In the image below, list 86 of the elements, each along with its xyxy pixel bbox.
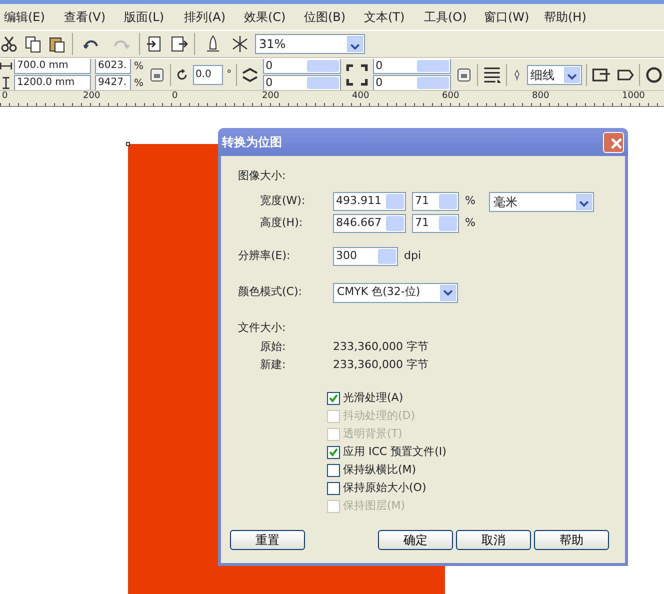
- field-label: 原始:: [259, 338, 287, 355]
- field-label: 分辨率(E):: [238, 248, 292, 264]
- checkbox-label[interactable]: 光滑处理(A): [343, 390, 404, 406]
- unit-label: dpi: [404, 248, 422, 264]
- width-field[interactable]: 493.911: [333, 192, 406, 211]
- export-icon[interactable]: [170, 35, 188, 53]
- dialog-button[interactable]: 取消: [456, 530, 531, 550]
- menu-item[interactable]: 编辑(E): [4, 8, 64, 26]
- scale-field[interactable]: 6023.: [95, 59, 131, 74]
- text-wrap-icon[interactable]: [482, 64, 502, 84]
- height-field[interactable]: 1200.0 mm: [14, 75, 91, 90]
- ruler-label: 1000: [622, 91, 645, 101]
- scissors-icon[interactable]: [0, 35, 18, 53]
- ruler-label: 400: [352, 91, 370, 101]
- close-icon: [610, 136, 623, 150]
- menu-item[interactable]: 窗口(W): [484, 8, 544, 26]
- section-label: 图像大小:: [238, 168, 287, 184]
- ruler-label: 0: [172, 91, 178, 101]
- units-dropdown[interactable]: 毫米: [489, 192, 594, 212]
- paste-icon[interactable]: [48, 35, 66, 53]
- ruler-label: 200: [262, 91, 280, 101]
- percent-sign: %: [134, 60, 144, 74]
- checkbox-label[interactable]: 应用 ICC 预置文件(I): [343, 444, 446, 460]
- height-field[interactable]: 846.667: [333, 214, 406, 233]
- dialog-button[interactable]: 确定: [378, 530, 453, 550]
- percent-sign: %: [465, 215, 476, 232]
- dialog-button[interactable]: 帮助: [534, 530, 609, 550]
- ruler-label: 200: [83, 91, 100, 101]
- width-field[interactable]: 700.0 mm: [14, 59, 91, 74]
- menu-item[interactable]: 工具(O): [424, 8, 484, 26]
- corner-field[interactable]: 0: [372, 75, 451, 90]
- dialog-button[interactable]: 重置: [230, 530, 305, 550]
- menu-item[interactable]: 位图(B): [304, 8, 364, 26]
- star-burst-icon[interactable]: [231, 35, 249, 53]
- menu-item[interactable]: 版面(L): [124, 8, 184, 26]
- menu-item[interactable]: 效果(C): [244, 8, 304, 26]
- checkbox-label[interactable]: 保持原始大小(O): [343, 480, 426, 496]
- lock-icon[interactable]: [454, 66, 473, 84]
- copy-icon[interactable]: [24, 35, 42, 53]
- rotation-field[interactable]: 0.0: [192, 64, 223, 84]
- degree-sign: °: [226, 68, 232, 82]
- field-label: 宽度(W):: [259, 193, 306, 210]
- resolution-field[interactable]: 300: [333, 247, 398, 266]
- selection-handle[interactable]: [126, 142, 130, 146]
- corner-field[interactable]: 0: [262, 59, 341, 74]
- horizontal-size-icon: [0, 60, 12, 72]
- vertical-size-icon: [0, 77, 12, 89]
- corner-field[interactable]: 0: [372, 59, 451, 74]
- checkbox[interactable]: [327, 464, 340, 476]
- lock-icon[interactable]: [148, 66, 166, 84]
- ruler-label: 0: [2, 91, 8, 101]
- menu-item[interactable]: 帮助(H): [544, 8, 604, 26]
- ruler-label: 600: [442, 91, 460, 101]
- color-mode-dropdown[interactable]: CMYK 色(32-位): [333, 282, 458, 302]
- percent-field[interactable]: 71: [412, 192, 459, 211]
- scale-field[interactable]: 9427.: [95, 75, 131, 90]
- rotate-icon[interactable]: [174, 68, 189, 82]
- ruler-label: 800: [532, 91, 550, 101]
- check-icon: [329, 394, 338, 402]
- section-label: 文件大小:: [238, 320, 287, 336]
- file-size-value: 233,360,000 字节: [333, 356, 428, 373]
- dialog-title: 转换为位图: [222, 134, 282, 151]
- checkbox[interactable]: [327, 482, 340, 494]
- field-label: 颜色模式(C):: [238, 284, 303, 300]
- checkbox-label[interactable]: 保持纵横比(M): [343, 462, 416, 478]
- field-label: 新建:: [259, 356, 287, 373]
- check-icon: [329, 448, 338, 456]
- checkbox[interactable]: [327, 446, 340, 458]
- outline-dropdown[interactable]: 细线: [526, 64, 582, 84]
- menu-item[interactable]: 文本(T): [364, 8, 424, 26]
- mirror-icon[interactable]: [240, 66, 259, 84]
- menu-item[interactable]: 查看(V): [64, 8, 124, 26]
- checkbox-label: 透明背景(T): [343, 426, 402, 442]
- percent-sign: %: [134, 76, 144, 90]
- checkbox-label: 保持图层(M): [343, 498, 406, 514]
- zoom-dropdown[interactable]: 31%: [255, 34, 365, 54]
- percent-sign: %: [465, 193, 476, 210]
- file-size-value: 233,360,000 字节: [333, 338, 428, 355]
- corner-field[interactable]: 0: [262, 75, 341, 90]
- close-button[interactable]: [603, 132, 624, 152]
- field-label: 高度(H):: [259, 215, 304, 232]
- checkbox-label: 抖动处理的(D): [343, 408, 416, 424]
- menu-item[interactable]: 排列(A): [184, 8, 244, 26]
- corners-icon[interactable]: [344, 62, 369, 86]
- percent-field[interactable]: 71: [412, 214, 459, 233]
- checkbox[interactable]: [327, 392, 340, 404]
